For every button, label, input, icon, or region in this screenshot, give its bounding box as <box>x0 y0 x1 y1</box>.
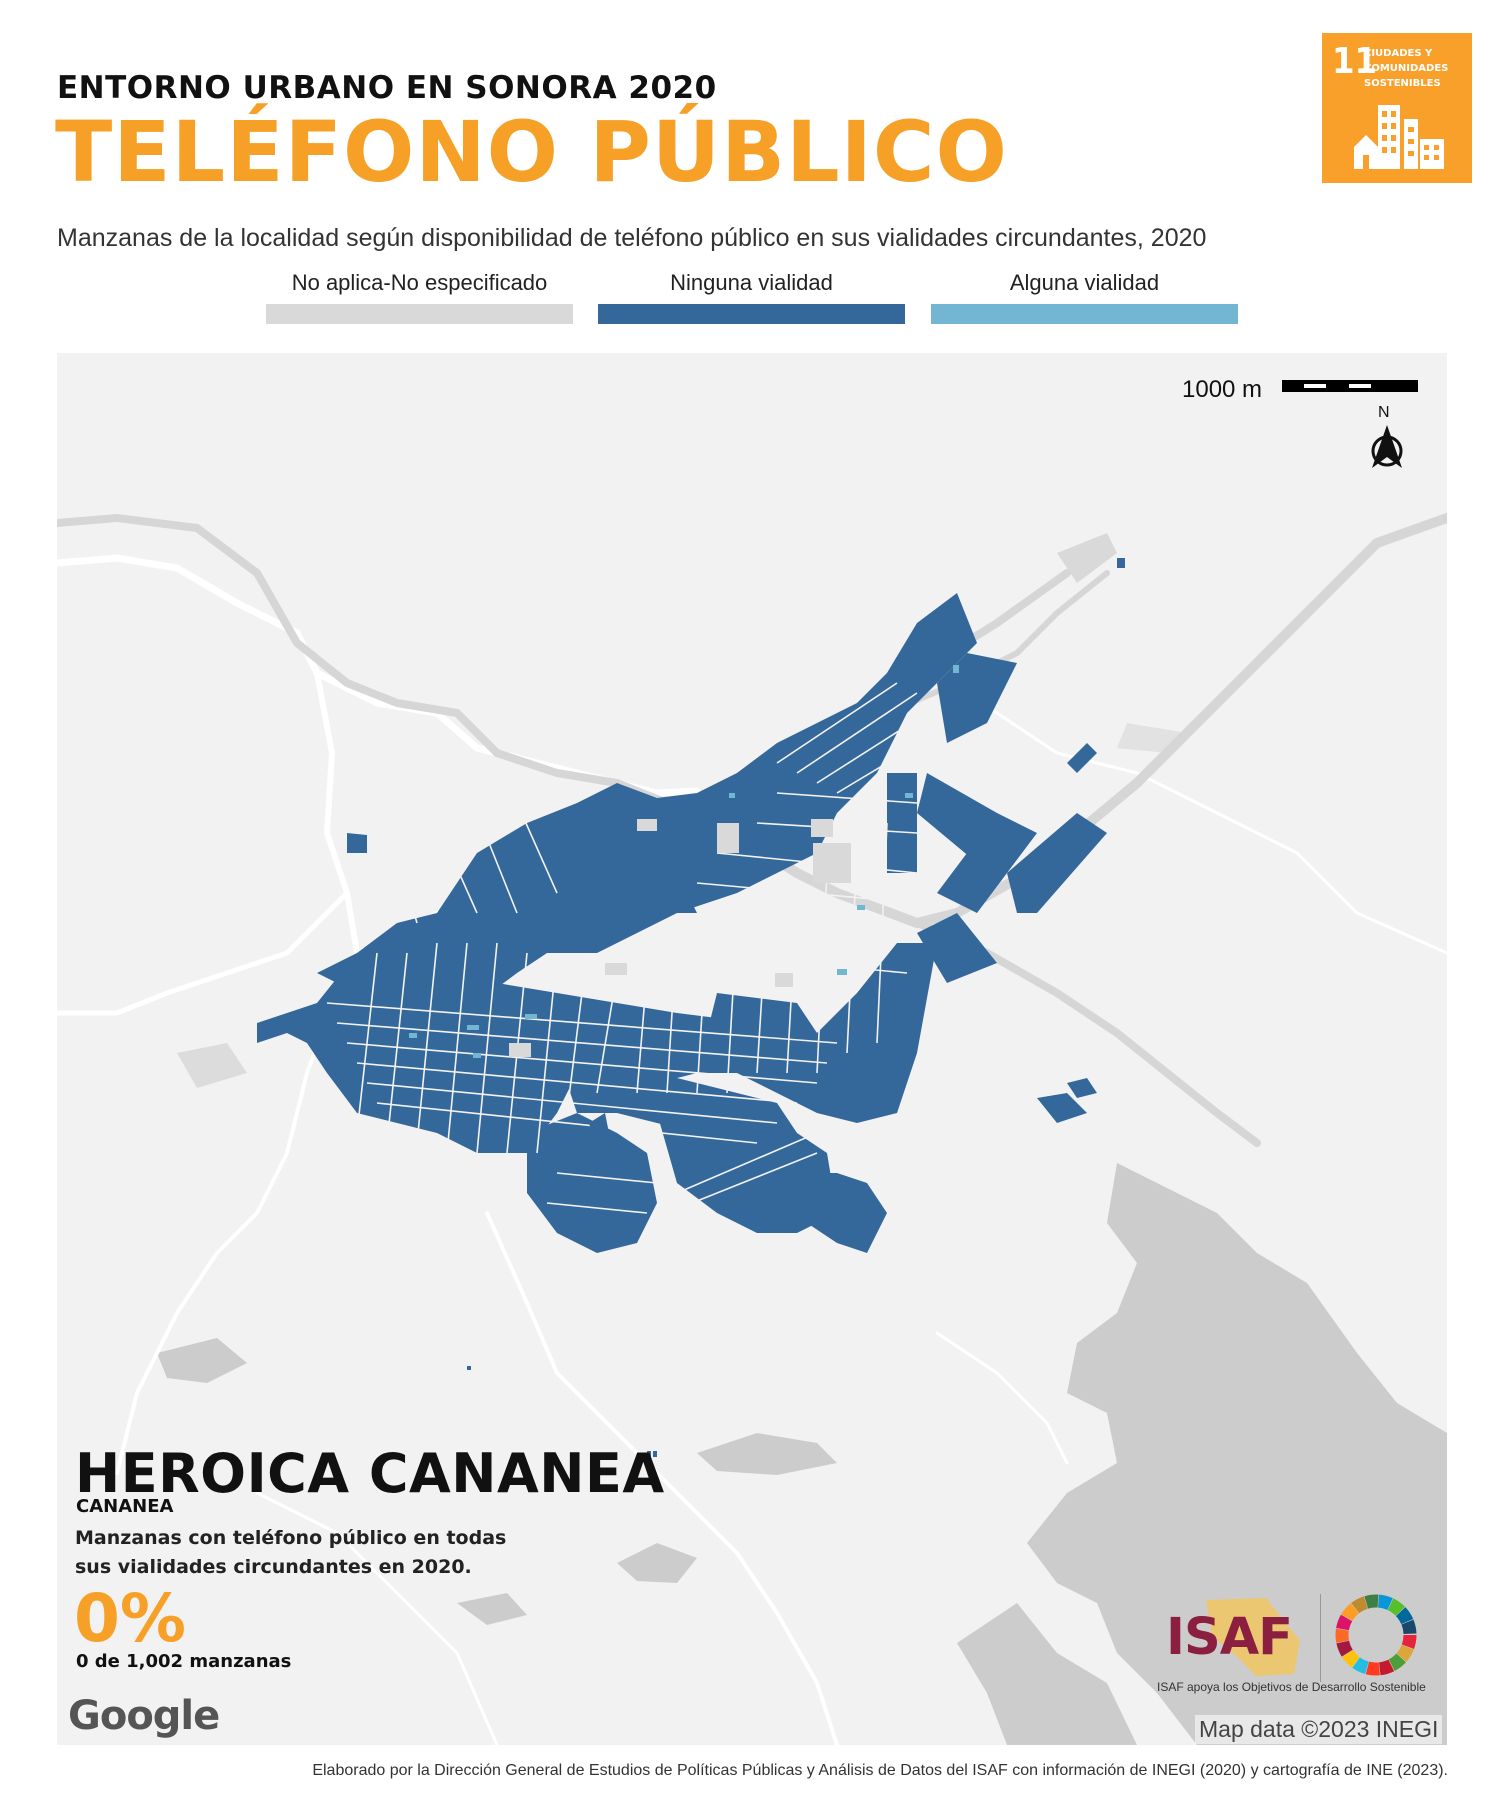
page-title: TELÉFONO PÚBLICO <box>55 103 1008 201</box>
isaf-logo: ISAF <box>1166 1608 1293 1667</box>
north-label: N <box>1378 404 1390 421</box>
sdg-text-line: COMUNIDADES <box>1364 63 1449 74</box>
legend-swatch <box>266 304 573 324</box>
footer-credit: Elaborado por la Dirección General de Es… <box>312 1762 1448 1779</box>
sdg-text: CIUDADES Y COMUNIDADES SOSTENIBLES <box>1364 46 1448 91</box>
city-blocks-ninguna <box>257 593 1107 1253</box>
scale-bar <box>1282 380 1418 392</box>
city-buildings-icon <box>1354 105 1444 169</box>
legend-label: Ninguna vialidad <box>670 270 833 295</box>
legend-label: Alguna vialidad <box>1009 270 1160 295</box>
municipality-name: CANANEA <box>76 1496 174 1517</box>
supertitle: ENTORNO URBANO EN SONORA 2020 <box>57 70 717 106</box>
legend-swatch <box>598 304 905 324</box>
stat-description: Manzanas con teléfono público en todas s… <box>75 1527 507 1578</box>
map-attribution[interactable]: Map data ©2023 INEGI <box>1195 1715 1443 1744</box>
google-logo: Google <box>68 1693 220 1739</box>
subtitle: Manzanas de la localidad según disponibi… <box>57 224 1207 252</box>
isaf-tagline: ISAF apoya los Objetivos de Desarrollo S… <box>1157 1680 1426 1694</box>
sdg-text-line: CIUDADES Y <box>1364 48 1433 59</box>
legend-item-ninguna: Ninguna vialidad <box>598 270 905 324</box>
legend-item-alguna: Alguna vialidad <box>931 270 1238 324</box>
scale-label: 1000 m <box>1182 376 1263 403</box>
logo-divider <box>1320 1594 1321 1682</box>
sdg-11-badge: 11 CIUDADES Y COMUNIDADES SOSTENIBLES <box>1322 33 1472 183</box>
sdg-text-line: SOSTENIBLES <box>1364 78 1441 89</box>
legend-item-no-aplica: No aplica-No especificado <box>266 270 573 324</box>
legend-label: No aplica-No especificado <box>291 270 548 295</box>
legend-swatch <box>931 304 1238 324</box>
sdg-wheel-icon <box>1335 1594 1417 1676</box>
north-arrow-icon <box>1371 425 1403 468</box>
stat-percentage: 0% <box>74 1580 187 1657</box>
stat-count: 0 de 1,002 manzanas <box>76 1651 292 1672</box>
